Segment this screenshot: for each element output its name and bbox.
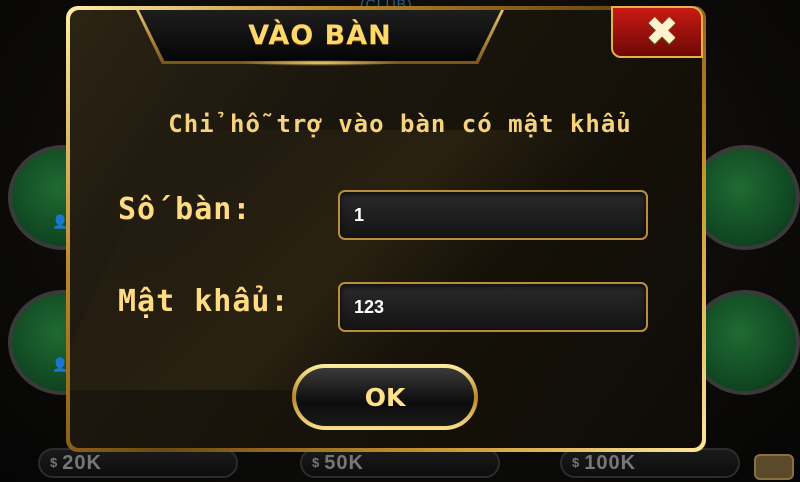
game-table[interactable] xyxy=(690,145,800,250)
bet-currency: $ xyxy=(312,455,321,470)
ok-button[interactable]: OK xyxy=(292,364,478,430)
add-button[interactable] xyxy=(754,454,794,480)
title-glow xyxy=(240,60,400,66)
dialog-title-tab: VÀO BÀN xyxy=(136,10,504,64)
close-icon: ✖ xyxy=(645,9,679,55)
bet-amount: 20K xyxy=(62,452,102,474)
bet-pill[interactable]: $100K xyxy=(560,448,740,478)
table-number-input[interactable] xyxy=(340,192,646,238)
password-field[interactable] xyxy=(338,282,648,332)
bet-pill[interactable]: $20K xyxy=(38,448,238,478)
table-number-field[interactable] xyxy=(338,190,648,240)
close-button[interactable]: ✖ xyxy=(611,6,703,58)
ok-button-label: OK xyxy=(364,382,406,412)
dialog-subtitle: Chỉ hỗ trợ vào bàn có mật khẩu xyxy=(168,110,632,138)
password-input[interactable] xyxy=(340,284,646,330)
game-table[interactable] xyxy=(690,290,800,395)
bet-amount: 50K xyxy=(324,452,364,474)
bet-amount: 100K xyxy=(584,452,637,474)
dialog-title-bar: VÀO BÀN xyxy=(139,10,501,61)
ok-button-face: OK xyxy=(296,368,474,426)
bet-currency: $ xyxy=(572,455,581,470)
bet-pill[interactable]: $50K xyxy=(300,448,500,478)
table-number-label: Số bàn: xyxy=(118,192,252,227)
password-label: Mật khẩu: xyxy=(118,284,290,319)
dialog-title: VÀO BÀN xyxy=(248,20,392,51)
bet-currency: $ xyxy=(50,455,59,470)
